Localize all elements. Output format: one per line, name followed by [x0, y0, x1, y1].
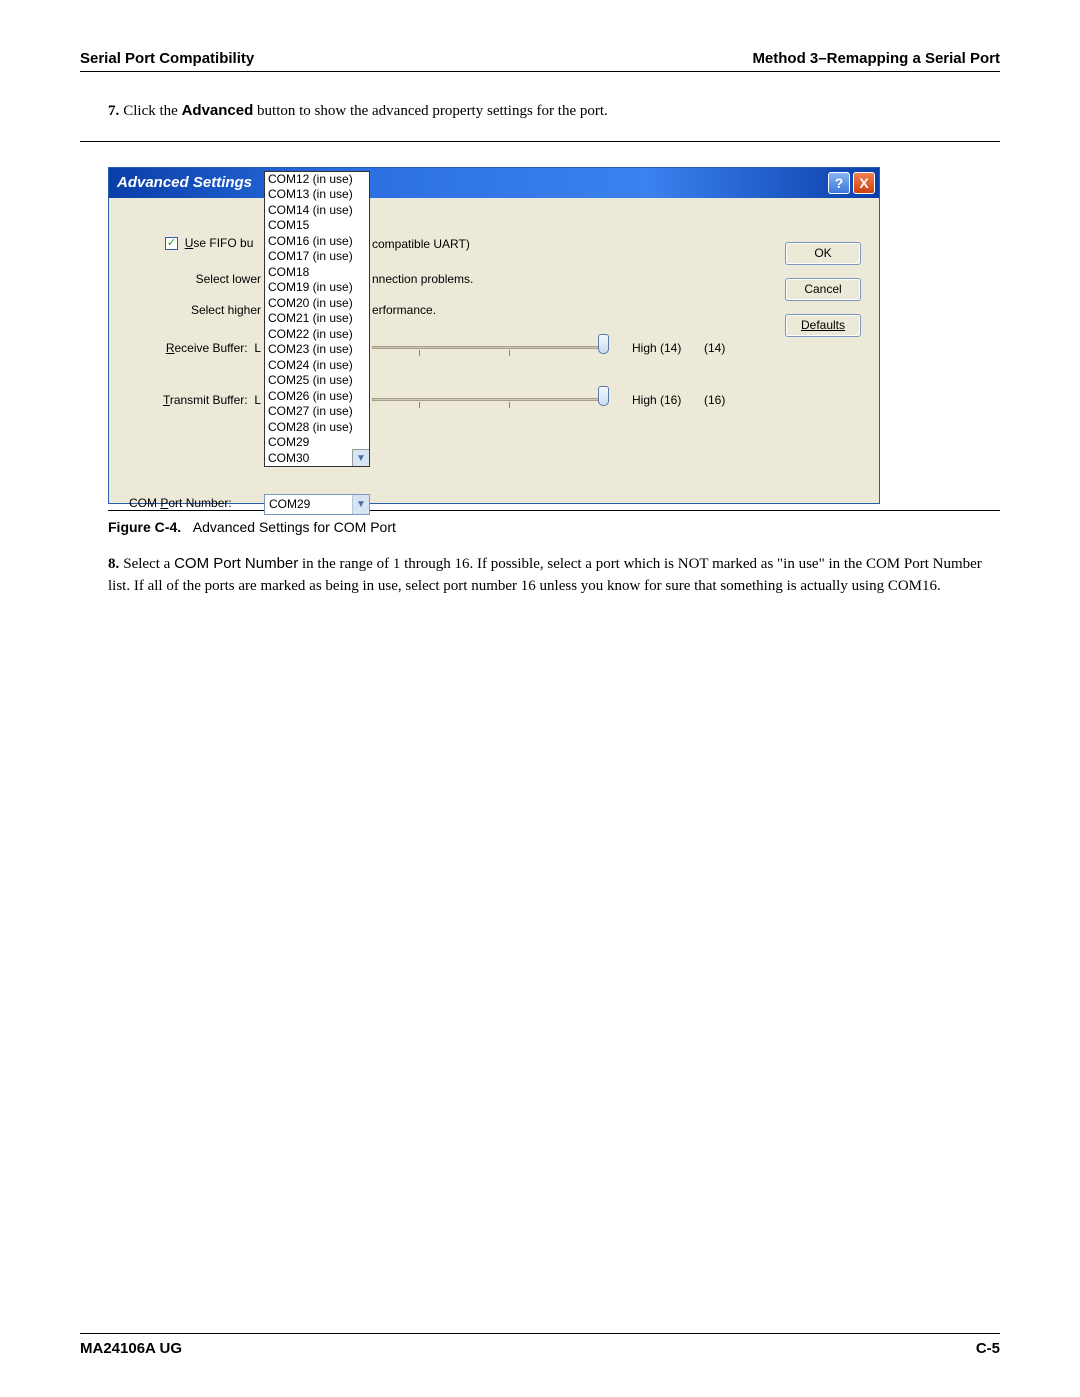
receive-buffer-slider[interactable] [372, 346, 605, 349]
list-item[interactable]: COM23 (in use) [265, 342, 369, 358]
uart-text-fragment: compatible UART) [372, 237, 470, 251]
footer-right: C-5 [976, 1340, 1000, 1357]
select-lower-label: Select lower [149, 272, 261, 286]
com-port-selected-value: COM29 [269, 497, 310, 511]
footer-left: MA24106A UG [80, 1340, 182, 1357]
list-item[interactable]: COM24 (in use) [265, 358, 369, 374]
chevron-down-icon[interactable]: ▼ [352, 449, 369, 466]
list-item[interactable]: COM25 (in use) [265, 373, 369, 389]
figure-caption: Figure C-4. Advanced Settings for COM Po… [108, 510, 1000, 535]
help-button[interactable]: ? [828, 172, 850, 194]
chevron-down-icon[interactable]: ▼ [352, 495, 369, 514]
performance-text-fragment: erformance. [372, 303, 436, 317]
transmit-slider-thumb[interactable] [598, 386, 609, 406]
header-right: Method 3–Remapping a Serial Port [752, 50, 1000, 67]
header-left: Serial Port Compatibility [80, 50, 254, 67]
receive-slider-thumb[interactable] [598, 334, 609, 354]
list-item[interactable]: COM17 (in use) [265, 249, 369, 265]
defaults-button[interactable]: Defaults [785, 314, 861, 337]
transmit-buffer-slider[interactable] [372, 398, 605, 401]
ok-button[interactable]: OK [785, 242, 861, 265]
step-8-text: 8.Select a COM Port Number in the range … [80, 553, 1000, 598]
page-footer: MA24106A UG C-5 [80, 1333, 1000, 1357]
dialog-titlebar: Advanced Settings ? X [109, 168, 879, 198]
close-button[interactable]: X [853, 172, 875, 194]
com-port-number-select[interactable]: COM29 ▼ [264, 494, 370, 515]
list-item[interactable]: COM21 (in use) [265, 311, 369, 327]
com-port-dropdown-list[interactable]: COM12 (in use) COM13 (in use) COM14 (in … [264, 171, 370, 468]
transmit-value: (16) [704, 393, 725, 407]
list-item[interactable]: COM14 (in use) [265, 203, 369, 219]
list-item[interactable]: COM13 (in use) [265, 187, 369, 203]
list-item[interactable]: COM27 (in use) [265, 404, 369, 420]
step-7-text: 7.Click the Advanced button to show the … [80, 100, 1000, 123]
figure-c-4: Advanced Settings ? X OK Cancel Defaults… [108, 167, 1000, 535]
list-item[interactable]: COM19 (in use) [265, 280, 369, 296]
list-item[interactable]: COM22 (in use) [265, 327, 369, 343]
select-higher-label: Select higher [149, 303, 261, 317]
separator [80, 141, 1000, 142]
list-item[interactable]: COM16 (in use) [265, 234, 369, 250]
list-item[interactable]: COM18 [265, 265, 369, 281]
list-item[interactable]: COM28 (in use) [265, 420, 369, 436]
advanced-settings-dialog: Advanced Settings ? X OK Cancel Defaults… [108, 167, 880, 504]
dialog-title: Advanced Settings [117, 174, 252, 191]
cancel-button[interactable]: Cancel [785, 278, 861, 301]
list-item[interactable]: COM20 (in use) [265, 296, 369, 312]
com-port-number-label: COM Port Number: [129, 496, 259, 510]
receive-buffer-label: Receive Buffer: L [129, 341, 261, 355]
list-item[interactable]: COM15 [265, 218, 369, 234]
page-header: Serial Port Compatibility Method 3–Remap… [80, 50, 1000, 72]
list-item[interactable]: COM12 (in use) [265, 172, 369, 188]
connection-text-fragment: nnection problems. [372, 272, 473, 286]
use-fifo-label: ✓ Use FIFO bu [165, 236, 253, 250]
receive-high-label: High (14) [632, 341, 681, 355]
use-fifo-checkbox[interactable]: ✓ [165, 237, 178, 250]
receive-value: (14) [704, 341, 725, 355]
transmit-high-label: High (16) [632, 393, 681, 407]
transmit-buffer-label: Transmit Buffer: L [121, 393, 261, 407]
list-item[interactable]: COM26 (in use) [265, 389, 369, 405]
